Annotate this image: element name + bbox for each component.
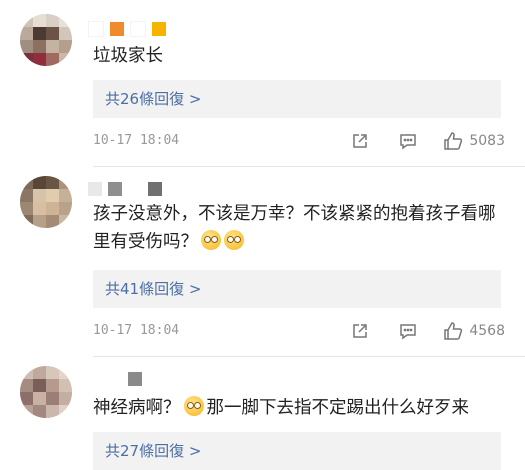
share-icon[interactable]	[351, 132, 369, 150]
username-redacted[interactable]	[88, 18, 172, 37]
comment-text: 孩子没意外，不该是万幸？不该紧紧的抱着孩子看哪里有受伤吗？	[93, 200, 505, 256]
thumbs-up-icon[interactable]	[443, 131, 463, 151]
username-redacted[interactable]	[88, 178, 168, 196]
comment-timestamp: 10-17 18:04	[93, 133, 180, 148]
dizzy-face-emoji	[224, 230, 244, 250]
view-replies-link[interactable]: 共26條回復 >	[93, 80, 501, 118]
comment-meta: 10-17 18:04 5083	[93, 131, 505, 153]
avatar[interactable]	[20, 366, 72, 418]
divider	[93, 166, 525, 167]
comment-text: 神经病啊？ 那一脚下去指不定踢出什么好歹来	[93, 394, 505, 422]
share-icon[interactable]	[351, 322, 369, 340]
comment-meta: 10-17 18:04 4568	[93, 321, 505, 343]
smirk-face-emoji	[183, 396, 204, 416]
comment-icon[interactable]	[399, 322, 417, 340]
comment-text-part: 神经病啊？	[93, 398, 181, 418]
view-replies-link[interactable]: 共41條回復 >	[93, 270, 501, 308]
like-count: 4568	[469, 323, 505, 339]
divider	[93, 356, 525, 357]
thumbs-up-icon[interactable]	[443, 321, 463, 341]
username-redacted[interactable]	[88, 368, 148, 386]
avatar[interactable]	[20, 176, 72, 228]
comment-timestamp: 10-17 18:04	[93, 323, 180, 338]
like-count: 5083	[469, 133, 505, 149]
comment-icon[interactable]	[399, 132, 417, 150]
dizzy-face-emoji	[201, 230, 221, 250]
comment-text-content: 孩子没意外，不该是万幸？不该紧紧的抱着孩子看哪里有受伤吗？	[93, 204, 496, 252]
comment-text-part: 那一脚下去指不定踢出什么好歹来	[206, 398, 470, 418]
comment-text: 垃圾家长	[93, 46, 163, 66]
view-replies-link[interactable]: 共27條回復 >	[93, 432, 501, 470]
avatar[interactable]	[20, 14, 72, 66]
